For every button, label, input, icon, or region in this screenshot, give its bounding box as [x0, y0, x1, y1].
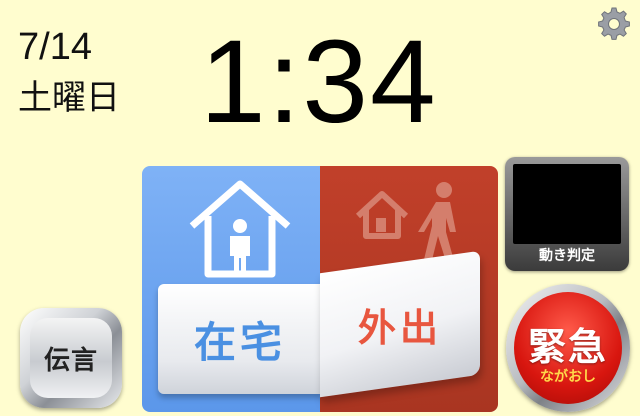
emergency-hold-hint: ながおし: [540, 369, 596, 385]
home-label: 在宅: [193, 317, 286, 367]
gear-icon[interactable]: [597, 6, 631, 40]
message-button[interactable]: 伝言: [20, 308, 122, 408]
presence-switch[interactable]: 在宅 外出: [142, 166, 498, 412]
motion-label: 動き判定: [539, 248, 595, 264]
emergency-label: 緊急: [527, 325, 608, 369]
weekday-text: 土曜日: [18, 78, 120, 118]
date-text: 7/14: [18, 26, 92, 68]
motion-detection-button[interactable]: 動き判定: [505, 157, 629, 271]
motion-preview-screen: [513, 164, 621, 244]
house-person-icon: [184, 174, 296, 282]
home-button[interactable]: 在宅: [158, 284, 322, 394]
clock-time: 1:34: [200, 16, 438, 148]
message-button-face[interactable]: 伝言: [30, 318, 112, 398]
out-button[interactable]: 外出: [320, 250, 480, 398]
message-label: 伝言: [43, 345, 98, 376]
out-label: 外出: [357, 305, 442, 350]
emergency-button[interactable]: 緊急 ながおし: [506, 284, 630, 412]
emergency-button-face[interactable]: 緊急 ながおし: [514, 292, 622, 404]
